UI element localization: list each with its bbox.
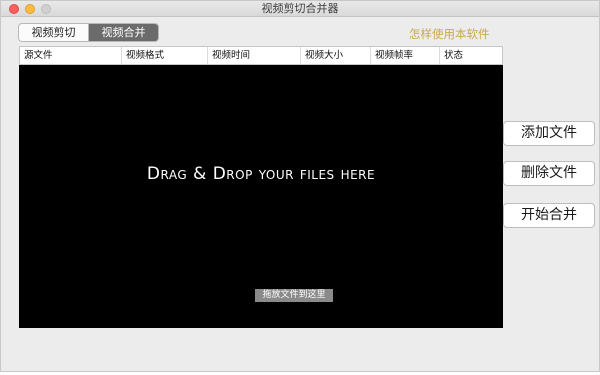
column-header-format[interactable]: 视频格式 — [121, 47, 207, 64]
title-bar: 视频剪切合并器 — [1, 1, 599, 17]
mode-tabs: 视频剪切 视频合并 — [18, 23, 159, 42]
file-drop-zone[interactable]: Drag & Drop your files here 拖放文件到这里 — [19, 65, 503, 328]
start-merge-button[interactable]: 开始合并 — [503, 203, 595, 228]
tab-video-cut[interactable]: 视频剪切 — [19, 24, 88, 41]
drop-zone-title: Drag & Drop your files here — [146, 164, 376, 184]
column-header-duration[interactable]: 视频时间 — [207, 47, 300, 64]
column-header-status[interactable]: 状态 — [439, 47, 502, 64]
column-header-size[interactable]: 视频大小 — [300, 47, 370, 64]
app-window: 视频剪切合并器 视频剪切 视频合并 怎样使用本软件 源文件 视频格式 视频时间 … — [0, 0, 600, 372]
column-header-source-file[interactable]: 源文件 — [20, 47, 121, 64]
add-file-button[interactable]: 添加文件 — [503, 121, 595, 146]
help-link[interactable]: 怎样使用本软件 — [409, 26, 490, 42]
tab-video-merge[interactable]: 视频合并 — [88, 24, 158, 41]
delete-file-button[interactable]: 删除文件 — [503, 161, 595, 186]
file-table-header: 源文件 视频格式 视频时间 视频大小 视频帧率 状态 — [19, 46, 503, 65]
drop-hint-button[interactable]: 拖放文件到这里 — [255, 289, 333, 302]
column-header-frame-rate[interactable]: 视频帧率 — [370, 47, 439, 64]
window-title: 视频剪切合并器 — [261, 2, 339, 15]
